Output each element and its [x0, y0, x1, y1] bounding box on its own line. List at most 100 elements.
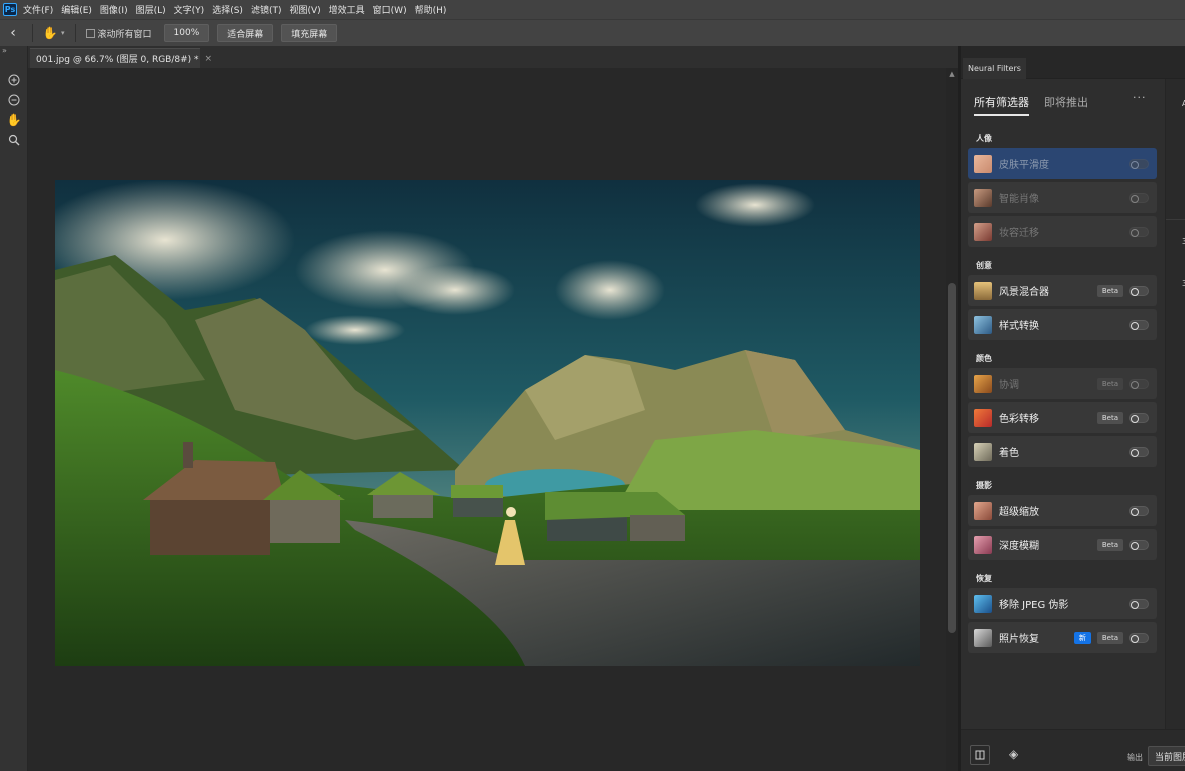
tab-coming-soon[interactable]: 即将推出 — [1044, 94, 1088, 116]
menu-file[interactable]: 文件(F) — [23, 3, 53, 16]
chevron-down-icon[interactable]: ▾ — [61, 29, 65, 37]
toggle-switch[interactable] — [1129, 285, 1149, 296]
fit-screen-button[interactable]: 适合屏幕 — [217, 24, 274, 42]
menu-select[interactable]: 选择(S) — [212, 3, 243, 16]
filter-colorize[interactable]: 着色 — [968, 436, 1157, 467]
more-options-icon[interactable]: ··· — [1133, 91, 1147, 104]
filter-label: 风景混合器 — [999, 287, 1049, 298]
filter-label: 深度模糊 — [999, 541, 1039, 552]
zoom-out-icon[interactable] — [0, 90, 28, 110]
filter-photo-restoration[interactable]: 照片恢复 新 Beta — [968, 622, 1157, 653]
menu-edit[interactable]: 编辑(E) — [61, 3, 92, 16]
divider — [74, 24, 76, 42]
menu-type[interactable]: 文字(Y) — [174, 3, 205, 16]
photo-restoration-thumb-icon — [974, 628, 992, 647]
hand-icon[interactable]: ✋ — [39, 26, 61, 40]
output-select[interactable]: 当前图层 — [1148, 746, 1185, 766]
filters-list: 所有筛选器 即将推出 ··· 人像 皮肤平滑度 智能肖像 妆容迁移 创意 风景混… — [961, 79, 1165, 729]
toggle-switch[interactable] — [1129, 378, 1149, 389]
beta-badge: Beta — [1096, 377, 1123, 390]
layers-icon[interactable]: ◈ — [1009, 747, 1018, 761]
chevron-left-icon[interactable]: ‹ — [0, 25, 26, 41]
smart-portrait-thumb-icon — [974, 188, 992, 207]
search-icon[interactable] — [0, 130, 28, 150]
options-bar: ‹ ✋ ▾ 滚动所有窗口 100% 适合屏幕 填充屏幕 — [0, 19, 1185, 46]
menu-layer[interactable]: 图层(L) — [136, 3, 166, 16]
toggle-switch[interactable] — [1129, 319, 1149, 330]
scroll-all-checkbox[interactable] — [85, 28, 95, 38]
super-zoom-thumb-icon — [974, 501, 992, 520]
filter-label: 智能肖像 — [999, 194, 1039, 205]
toggle-switch[interactable] — [1129, 632, 1149, 643]
divider — [32, 24, 33, 42]
filter-smart-portrait[interactable]: 智能肖像 — [968, 182, 1157, 213]
hand-icon[interactable]: ✋ — [0, 110, 28, 130]
toggle-switch[interactable] — [1129, 412, 1149, 423]
color-transfer-thumb-icon — [974, 408, 992, 427]
tab-all-filters[interactable]: 所有筛选器 — [974, 94, 1029, 116]
menu-window[interactable]: 窗口(W) — [373, 3, 407, 16]
filter-label: 移除 JPEG 伪影 — [999, 600, 1069, 611]
filter-tabs: 所有筛选器 即将推出 — [974, 94, 1103, 116]
skin-smoothing-thumb-icon — [974, 154, 992, 173]
toggle-switch[interactable] — [1129, 505, 1149, 516]
document-tab[interactable]: 001.jpg @ 66.7% (图层 0, RGB/8#) * × — [30, 48, 212, 68]
filter-landscape-mixer[interactable]: 风景混合器 Beta — [968, 275, 1157, 306]
filter-jpeg-artifact-removal[interactable]: 移除 JPEG 伪影 — [968, 588, 1157, 619]
panel-tab-bar: Neural Filters — [961, 46, 1185, 79]
document-tab-bar: 001.jpg @ 66.7% (图层 0, RGB/8#) * × — [28, 46, 958, 68]
landscape-image — [55, 180, 920, 666]
menu-image[interactable]: 图像(I) — [100, 3, 128, 16]
category-photography: 摄影 — [976, 481, 992, 490]
beta-badge: Beta — [1096, 631, 1123, 644]
beta-badge: Beta — [1096, 538, 1123, 551]
menu-filter[interactable]: 滤镜(T) — [251, 3, 282, 16]
jpeg-removal-thumb-icon — [974, 594, 992, 613]
toggle-switch[interactable] — [1129, 539, 1149, 550]
collapse-toolbar-icon[interactable]: » — [0, 46, 27, 58]
tab-neural-filters[interactable]: Neural Filters — [963, 58, 1026, 79]
filter-depth-blur[interactable]: 深度模糊 Beta — [968, 529, 1157, 560]
harmonization-thumb-icon — [974, 374, 992, 393]
toggle-switch[interactable] — [1129, 598, 1149, 609]
filter-style-transfer[interactable]: 样式转换 — [968, 309, 1157, 340]
beta-badge: Beta — [1096, 284, 1123, 297]
depth-blur-thumb-icon — [974, 535, 992, 554]
landscape-mixer-thumb-icon — [974, 281, 992, 300]
toggle-switch[interactable] — [1129, 226, 1149, 237]
filter-harmonization[interactable]: 协调 Beta — [968, 368, 1157, 399]
scrollbar-thumb[interactable] — [948, 283, 956, 633]
filter-label: 协调 — [999, 380, 1019, 391]
filter-skin-smoothing[interactable]: 皮肤平滑度 — [968, 148, 1157, 179]
menu-plugins[interactable]: 增效工具 — [329, 3, 365, 16]
tools-panel: » ✋ — [0, 46, 28, 771]
filter-color-transfer[interactable]: 色彩转移 Beta — [968, 402, 1157, 433]
document-image[interactable] — [55, 180, 920, 666]
category-restoration: 恢复 — [976, 574, 992, 583]
toggle-switch[interactable] — [1129, 158, 1149, 169]
divider — [1166, 219, 1185, 220]
toggle-switch[interactable] — [1129, 446, 1149, 457]
new-badge: 新 — [1073, 631, 1091, 644]
menu-help[interactable]: 帮助(H) — [415, 3, 447, 16]
beta-badge: Beta — [1096, 411, 1123, 424]
filter-label: 样式转换 — [999, 321, 1039, 332]
zoom-in-icon[interactable] — [0, 70, 28, 90]
scroll-all-label: 滚动所有窗口 — [97, 29, 152, 40]
filter-settings-strip: A 3 3 — [1165, 79, 1185, 729]
category-creative: 创意 — [976, 261, 992, 270]
filter-label: 皮肤平滑度 — [999, 160, 1049, 171]
fill-screen-button[interactable]: 填充屏幕 — [281, 24, 338, 42]
zoom-100-button[interactable]: 100% — [163, 24, 210, 42]
menu-view[interactable]: 视图(V) — [289, 3, 320, 16]
filter-super-zoom[interactable]: 超级缩放 — [968, 495, 1157, 526]
filter-label: 照片恢复 — [999, 634, 1039, 645]
vertical-scrollbar[interactable]: ▲ — [946, 68, 958, 771]
compare-icon[interactable] — [970, 745, 990, 765]
toggle-switch[interactable] — [1129, 192, 1149, 203]
scroll-up-icon[interactable]: ▲ — [946, 70, 958, 78]
document-tab-title: 001.jpg @ 66.7% (图层 0, RGB/8#) * — [36, 55, 199, 65]
filter-label: 妆容迁移 — [999, 228, 1039, 239]
close-icon[interactable]: × — [205, 54, 213, 64]
filter-makeup-transfer[interactable]: 妆容迁移 — [968, 216, 1157, 247]
